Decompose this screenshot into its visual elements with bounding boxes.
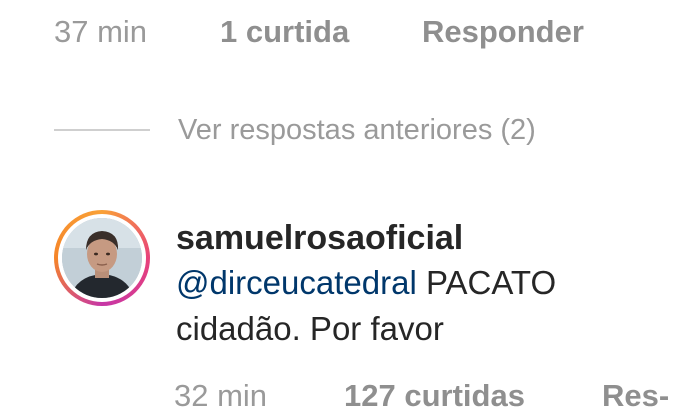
user-mention-link[interactable]: @dirceucatedral bbox=[176, 264, 417, 301]
story-ring[interactable] bbox=[54, 210, 150, 306]
comment-username[interactable]: samuelrosaoficial bbox=[176, 218, 686, 258]
comment-text: @dirceucatedral PACATO cidadão. Por favo… bbox=[176, 260, 686, 352]
comment-likes-count[interactable]: 127 curtidas bbox=[344, 378, 525, 414]
comment-timestamp: 37 min bbox=[54, 14, 148, 49]
user-avatar-photo-icon bbox=[62, 218, 142, 298]
comment-text-line2: cidadão. Por favor bbox=[176, 310, 444, 347]
comment-likes-count[interactable]: 1 curtida bbox=[220, 14, 349, 50]
comment-timestamp: 32 min bbox=[174, 378, 268, 413]
replies-divider-line bbox=[54, 129, 150, 131]
view-previous-replies-label: Ver respostas anteriores (2) bbox=[178, 113, 536, 146]
view-previous-replies-button[interactable]: Ver respostas anteriores (2) bbox=[54, 108, 536, 152]
reply-button[interactable]: Responder bbox=[422, 14, 584, 50]
comment-text-line1: PACATO bbox=[425, 264, 557, 301]
avatar-border bbox=[58, 214, 146, 302]
reply-comment: samuelrosaoficial @dirceucatedral PACATO… bbox=[176, 218, 686, 352]
reply-button[interactable]: Res- bbox=[602, 378, 669, 414]
comment-thread: 37 min 1 curtida Responder Ver respostas… bbox=[0, 0, 700, 420]
avatar[interactable] bbox=[62, 218, 142, 298]
